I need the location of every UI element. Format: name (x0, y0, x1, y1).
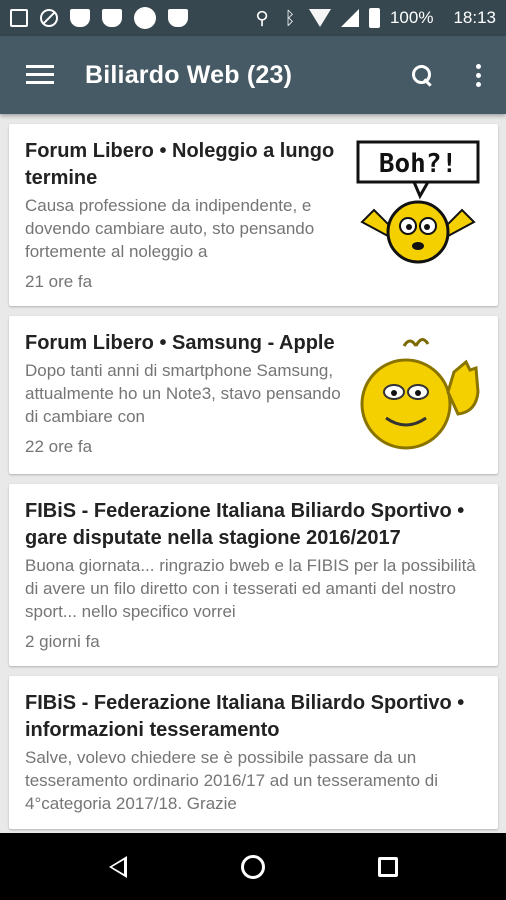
recents-icon (378, 856, 399, 877)
signal-icon (340, 9, 359, 27)
status-notification-icons (10, 7, 188, 29)
battery-icon (368, 8, 380, 28)
post-time: 21 ore fa (25, 272, 93, 291)
post-title: Forum Libero • Noleggio a lungo termine (25, 140, 335, 189)
post-excerpt: Buona giornata... ringrazio bweb e la FI… (25, 556, 476, 621)
notification-icon (134, 7, 156, 29)
post-time: 22 ore fa (25, 437, 93, 456)
post-title: FIBiS - Federazione Italiana Biliardo Sp… (25, 692, 465, 741)
more-vert-icon (475, 63, 481, 87)
home-icon (240, 854, 265, 879)
block-icon (40, 9, 58, 27)
clock: 18:13 (453, 8, 496, 27)
wifi-icon (308, 9, 331, 27)
app-bar: Biliardo Web (23) (0, 36, 506, 114)
post-card[interactable]: Forum Libero • Samsung - Apple Dopo tant… (9, 316, 498, 474)
post-time: 2 giorni fa (25, 632, 100, 651)
thumb-caption: Boh?! (379, 149, 457, 179)
status-bar: ⚲ ᛒ 100% 18:13 (0, 0, 506, 36)
bluetooth-icon: ᛒ (284, 8, 296, 28)
more-options-button[interactable] (450, 36, 506, 114)
post-thumbnail (360, 338, 480, 450)
navigation-bar (0, 833, 506, 900)
shield-icon (102, 9, 122, 27)
search-button[interactable] (394, 36, 450, 114)
post-card[interactable]: FIBiS - Federazione Italiana Biliardo Sp… (9, 676, 498, 829)
status-system-icons: ⚲ ᛒ 100% 18:13 (253, 8, 496, 28)
menu-button[interactable] (0, 36, 80, 114)
post-excerpt: Causa professione da indipendente, e dov… (25, 196, 315, 261)
post-card[interactable]: FIBiS - Federazione Italiana Biliardo Sp… (9, 484, 498, 666)
battery-percent: 100% (389, 8, 434, 27)
app-title: Biliardo Web (23) (85, 60, 293, 89)
post-excerpt: Salve, volevo chiedere se è possibile pa… (25, 748, 438, 813)
recents-button[interactable] (358, 837, 418, 897)
search-icon (412, 65, 432, 85)
back-button[interactable] (88, 837, 148, 897)
post-excerpt: Dopo tanti anni di smartphone Samsung, a… (25, 361, 341, 426)
post-title: FIBiS - Federazione Italiana Biliardo Sp… (25, 500, 465, 549)
shield-icon (168, 9, 188, 27)
shield-icon (70, 9, 90, 27)
home-button[interactable] (223, 837, 283, 897)
menu-icon (26, 65, 54, 85)
post-list[interactable]: Forum Libero • Noleggio a lungo termine … (0, 114, 506, 833)
post-card[interactable]: Forum Libero • Noleggio a lungo termine … (9, 124, 498, 306)
post-title: Forum Libero • Samsung - Apple (25, 332, 335, 354)
image-icon (10, 9, 28, 27)
usb-icon: ⚲ (255, 8, 269, 28)
post-thumbnail: Boh?! (356, 140, 480, 264)
back-icon (108, 855, 127, 878)
